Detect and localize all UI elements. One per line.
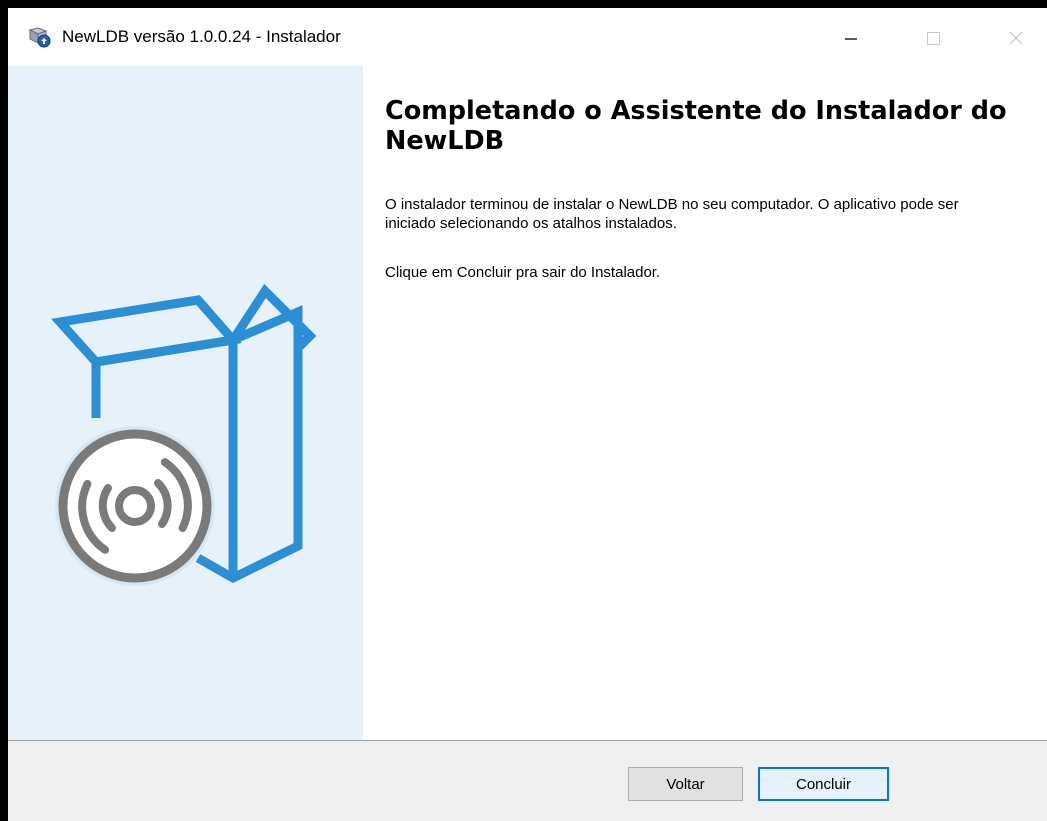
wizard-sidebar [8, 66, 363, 740]
finish-button[interactable]: Concluir [758, 767, 889, 801]
button-bar: Voltar Concluir [8, 740, 1047, 821]
maximize-button[interactable] [903, 8, 963, 66]
close-button[interactable] [986, 8, 1046, 66]
installer-icon [26, 26, 52, 48]
finish-instruction: Clique em Concluir pra sair do Instalado… [385, 264, 661, 281]
title-bar[interactable]: NewLDB versão 1.0.0.24 - Instalador [8, 8, 1047, 66]
installer-window: NewLDB versão 1.0.0.24 - Instalador Comp… [8, 8, 1047, 821]
box-with-disc-icon [51, 283, 317, 586]
close-icon [1009, 31, 1023, 45]
window-title: NewLDB versão 1.0.0.24 - Instalador [62, 27, 341, 46]
page-title: Completando o Assistente do Instalador d… [385, 96, 1007, 156]
minimize-button[interactable] [820, 8, 880, 66]
completion-message: O instalador terminou de instalar o NewL… [385, 196, 959, 232]
back-button[interactable]: Voltar [628, 767, 743, 801]
minimize-icon [845, 38, 857, 40]
maximize-icon [927, 32, 940, 45]
